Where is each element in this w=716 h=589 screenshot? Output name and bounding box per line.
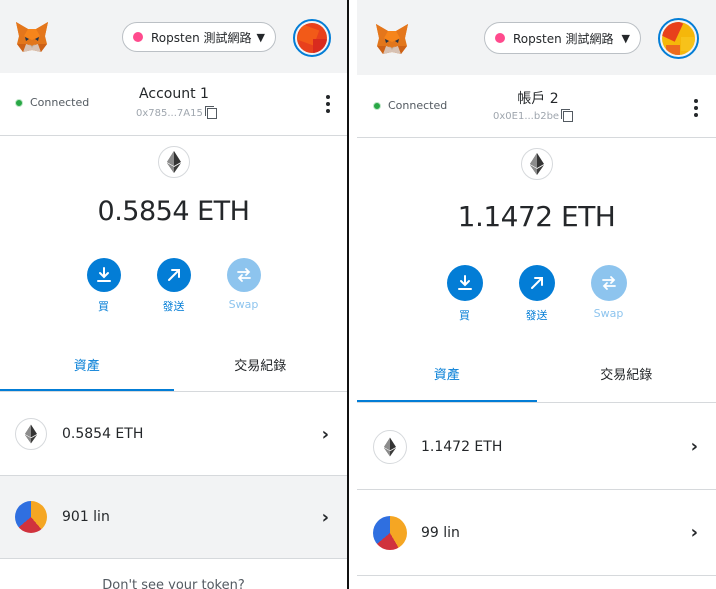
network-selector[interactable]: Ropsten 測試網路 ▼ bbox=[484, 22, 641, 54]
connection-status-label: Connected bbox=[388, 99, 448, 112]
tab-activity-label: 交易紀錄 bbox=[600, 368, 653, 383]
buy-label: 買 bbox=[459, 309, 470, 322]
token-identicon bbox=[15, 501, 47, 533]
swap-icon[interactable] bbox=[590, 265, 627, 301]
chevron-right-icon: › bbox=[321, 423, 329, 445]
account-bar: Connected 帳戶 2 0x0E1...b2be bbox=[357, 75, 716, 138]
account-options-menu-icon[interactable] bbox=[325, 95, 331, 113]
swap-icon[interactable] bbox=[226, 258, 261, 292]
asset-row-eth[interactable]: 1.1472 ETH › bbox=[357, 404, 716, 490]
buy-button[interactable]: 買 bbox=[69, 258, 139, 314]
account-address[interactable]: 0x785...7A15 bbox=[136, 106, 217, 119]
ethereum-icon bbox=[158, 146, 190, 178]
metamask-fox-logo[interactable] bbox=[374, 22, 410, 56]
tab-assets[interactable]: 資產 bbox=[357, 364, 537, 402]
account-name[interactable]: 帳戶 2 bbox=[458, 88, 618, 108]
asset-label: 99 lin bbox=[421, 524, 460, 541]
send-label: 發送 bbox=[525, 309, 548, 322]
ethereum-icon bbox=[521, 148, 553, 180]
chevron-down-icon: ▼ bbox=[621, 31, 630, 45]
network-status-dot bbox=[133, 32, 143, 42]
tab-assets-label: 資產 bbox=[433, 368, 460, 383]
tab-bar: 資產 交易紀錄 bbox=[357, 364, 716, 403]
connection-status[interactable]: Connected bbox=[15, 96, 89, 109]
ethereum-icon bbox=[15, 418, 47, 450]
metamask-fox-logo[interactable] bbox=[14, 20, 50, 54]
buy-label: 買 bbox=[98, 300, 109, 313]
action-buttons: 買 發送 Swap bbox=[357, 265, 716, 323]
account-avatar[interactable] bbox=[658, 18, 699, 59]
send-button[interactable]: 發送 bbox=[501, 265, 573, 323]
connected-dot-icon bbox=[15, 98, 23, 107]
account-address-text: 0x785...7A15 bbox=[136, 108, 203, 119]
swap-button[interactable]: Swap bbox=[209, 258, 279, 314]
download-icon[interactable] bbox=[446, 265, 483, 301]
network-name: Ropsten 測試網路 bbox=[513, 31, 614, 46]
chevron-right-icon: › bbox=[690, 522, 698, 543]
chevron-right-icon: › bbox=[690, 436, 698, 457]
asset-row-eth[interactable]: 0.5854 ETH › bbox=[0, 393, 347, 476]
chevron-right-icon: › bbox=[321, 506, 329, 528]
connected-dot-icon bbox=[373, 101, 381, 110]
send-label: 發送 bbox=[162, 300, 185, 313]
wallet-panel-account-1: Ropsten 測試網路 ▼ Connected Account 1 0x785… bbox=[0, 0, 349, 589]
network-selector[interactable]: Ropsten 測試網路 ▼ bbox=[122, 22, 276, 52]
tab-assets[interactable]: 資產 bbox=[0, 355, 174, 391]
app-header: Ropsten 測試網路 ▼ bbox=[0, 0, 347, 73]
ethereum-icon bbox=[373, 429, 407, 464]
asset-label: 1.1472 ETH bbox=[421, 438, 503, 455]
wallet-panel-account-2: Ropsten 測試網路 ▼ Connected 帳戶 2 0x0E1...b2… bbox=[357, 0, 716, 589]
action-buttons: 買 發送 Swap bbox=[0, 258, 347, 314]
account-name[interactable]: Account 1 bbox=[94, 86, 254, 102]
network-name: Ropsten 測試網路 bbox=[151, 30, 252, 45]
copy-icon[interactable] bbox=[204, 106, 217, 119]
buy-button[interactable]: 買 bbox=[429, 265, 501, 323]
add-token-hint[interactable]: Don't see your token? bbox=[0, 578, 347, 589]
account-avatar[interactable] bbox=[293, 19, 331, 57]
asset-label: 0.5854 ETH bbox=[62, 426, 144, 442]
account-balance: 0.5854 ETH bbox=[97, 196, 250, 227]
swap-button[interactable]: Swap bbox=[573, 265, 645, 323]
send-button[interactable]: 發送 bbox=[139, 258, 209, 314]
network-status-dot bbox=[495, 33, 505, 43]
asset-label: 901 lin bbox=[62, 509, 110, 525]
chevron-down-icon: ▼ bbox=[256, 30, 265, 44]
copy-icon[interactable] bbox=[561, 109, 574, 122]
tab-bar: 資產 交易紀錄 bbox=[0, 355, 347, 392]
tab-activity[interactable]: 交易紀錄 bbox=[537, 364, 716, 402]
asset-row-lin[interactable]: 99 lin › bbox=[357, 490, 716, 576]
app-header: Ropsten 測試網路 ▼ bbox=[357, 0, 716, 75]
account-balance: 1.1472 ETH bbox=[457, 200, 616, 233]
connection-status-label: Connected bbox=[30, 96, 90, 109]
account-bar: Connected Account 1 0x785...7A15 bbox=[0, 73, 347, 136]
token-identicon bbox=[373, 515, 407, 550]
tab-activity-label: 交易紀錄 bbox=[234, 359, 287, 374]
account-options-menu-icon[interactable] bbox=[693, 99, 699, 117]
download-icon[interactable] bbox=[86, 258, 121, 292]
tab-assets-label: 資產 bbox=[73, 359, 100, 374]
swap-label: Swap bbox=[593, 307, 624, 320]
swap-label: Swap bbox=[228, 298, 259, 311]
account-address[interactable]: 0x0E1...b2be bbox=[493, 109, 574, 122]
connection-status[interactable]: Connected bbox=[373, 99, 447, 112]
arrow-up-right-icon[interactable] bbox=[156, 258, 191, 292]
account-address-text: 0x0E1...b2be bbox=[493, 111, 560, 122]
tab-activity[interactable]: 交易紀錄 bbox=[174, 355, 348, 391]
arrow-up-right-icon[interactable] bbox=[518, 265, 555, 301]
asset-row-lin[interactable]: 901 lin › bbox=[0, 476, 347, 559]
